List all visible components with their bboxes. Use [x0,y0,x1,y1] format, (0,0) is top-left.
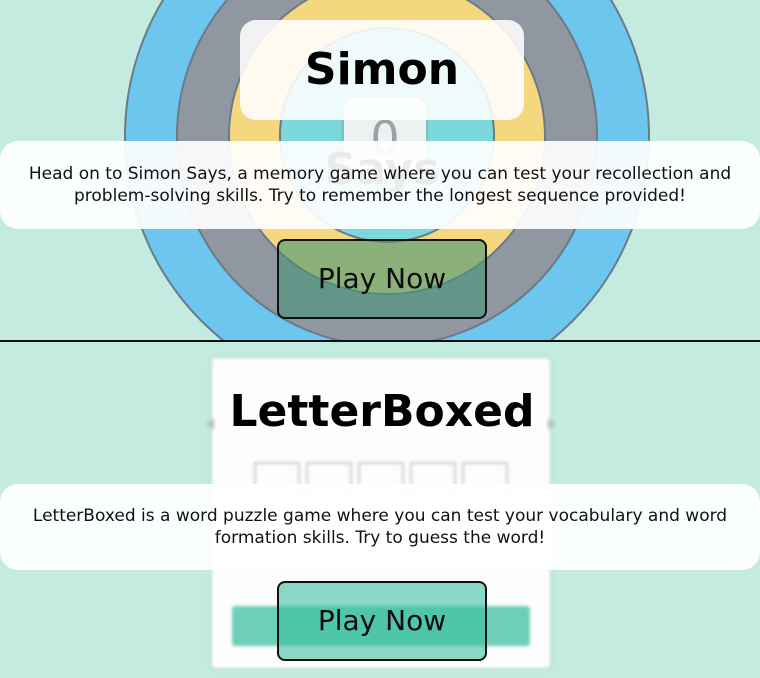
simon-says-title: Simon Says [240,20,524,195]
simon-says-description: Head on to Simon Says, a memory game whe… [0,141,760,229]
letterboxed-title: LetterBoxed [229,386,535,437]
chevron-right-icon [548,418,556,430]
chevron-left-icon [206,418,214,430]
letterboxed-description: LetterBoxed is a word puzzle game where … [0,484,760,570]
simon-says-play-button[interactable]: Play Now [277,239,487,319]
simon-says-section: 0 Simon Says Head on to Simon Says, a me… [0,0,760,340]
letterboxed-play-button[interactable]: Play Now [277,581,487,661]
letterboxed-section: LetterBoxed LetterBoxed is a word puzzle… [0,342,760,678]
letterboxed-description-text: LetterBoxed is a word puzzle game where … [32,506,728,548]
simon-says-description-text: Head on to Simon Says, a memory game whe… [28,164,732,206]
